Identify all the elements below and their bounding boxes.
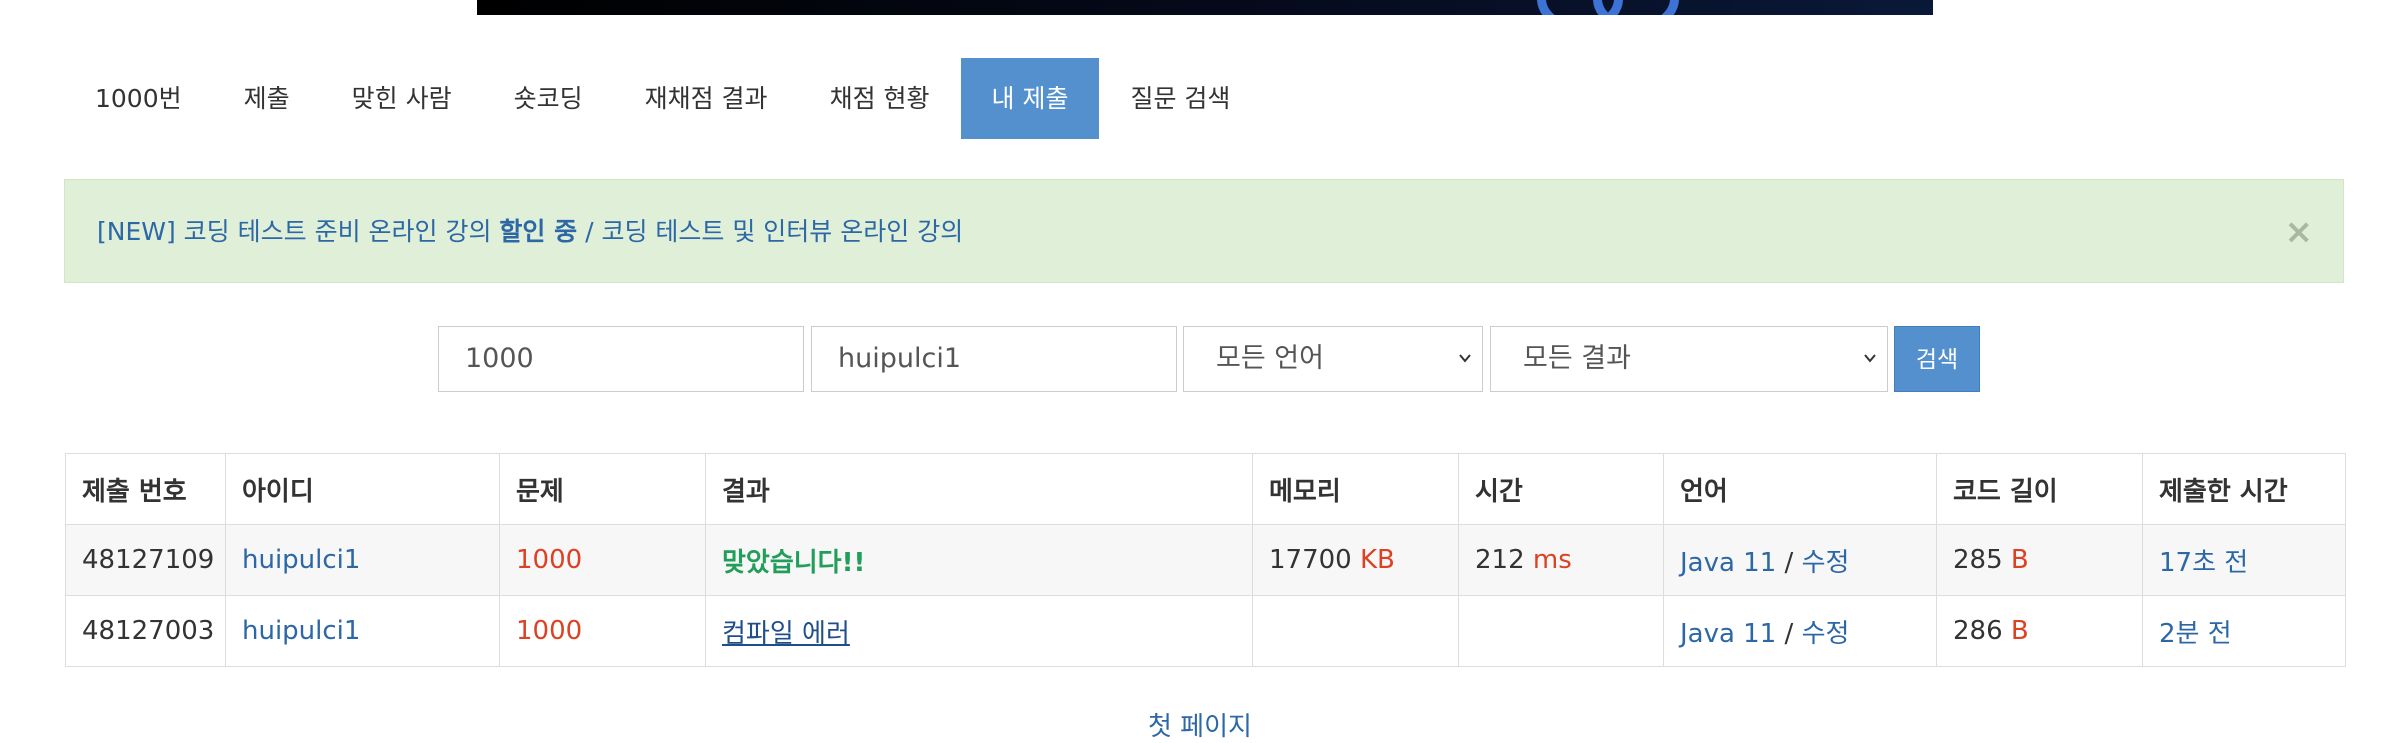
user-link[interactable]: huipulci1 — [242, 616, 360, 646]
promo-alert: [NEW] 코딩 테스트 준비 온라인 강의 할인 중 / 코딩 테스트 및 인… — [64, 179, 2344, 283]
result-accepted: 맞았습니다!! — [722, 547, 866, 578]
header-memory: 메모리 — [1252, 453, 1459, 525]
result-compile-error-link[interactable]: 컴파일 에러 — [722, 619, 850, 649]
tab-my-submissions[interactable]: 내 제출 — [960, 58, 1100, 139]
tab-submit[interactable]: 제출 — [213, 58, 321, 139]
language-select-value: 모든 언어 — [1216, 343, 1324, 374]
language-select[interactable]: 모든 언어 — [1183, 326, 1483, 392]
first-page-link[interactable]: 첫 페이지 — [1148, 706, 1252, 743]
tab-rejudge-results[interactable]: 재채점 결과 — [614, 58, 799, 139]
memory-value: 17700 — [1269, 545, 1352, 575]
header-submitted-time: 제출한 시간 — [2142, 453, 2346, 525]
tab-solvers[interactable]: 맞힌 사람 — [321, 58, 483, 139]
table-row: 48127003 huipulci1 1000 컴파일 에러 Java 11 /… — [65, 595, 2346, 667]
problem-tabs: 1000번 제출 맞힌 사람 숏코딩 재채점 결과 채점 현황 내 제출 질문 … — [64, 58, 1261, 139]
result-select[interactable]: 모든 결과 — [1490, 326, 1888, 392]
header-problem: 문제 — [499, 453, 706, 525]
close-icon[interactable]: × — [2285, 180, 2314, 284]
problem-link[interactable]: 1000 — [516, 616, 582, 646]
code-length-unit: B — [2010, 616, 2029, 646]
promo-link-coding-test[interactable]: [NEW] 코딩 테스트 준비 온라인 강의 할인 중 — [97, 217, 577, 246]
code-length-value: 285 — [1953, 545, 2003, 575]
header-language: 언어 — [1663, 453, 1937, 525]
table-header-row: 제출 번호 아이디 문제 결과 메모리 시간 언어 코드 길이 제출한 시간 — [65, 453, 2346, 525]
top-banner-image[interactable] — [477, 0, 1933, 15]
time-value — [1458, 595, 1664, 667]
header-code-length: 코드 길이 — [1936, 453, 2143, 525]
submission-table: 제출 번호 아이디 문제 결과 메모리 시간 언어 코드 길이 제출한 시간 4… — [65, 453, 2346, 667]
language-separator: / — [1776, 618, 1802, 649]
table-row: 48127109 huipulci1 1000 맞았습니다!! 17700 KB… — [65, 524, 2346, 596]
code-length-unit: B — [2010, 545, 2029, 575]
chevron-down-icon — [1459, 354, 1471, 363]
problem-id-input[interactable]: 1000 — [438, 326, 804, 392]
submission-id: 48127109 — [65, 524, 226, 596]
user-link[interactable]: huipulci1 — [242, 545, 360, 575]
tab-question-search[interactable]: 질문 검색 — [1099, 58, 1261, 139]
promo-link-highlight: 할인 중 — [499, 217, 578, 246]
search-button[interactable]: 검색 — [1894, 326, 1980, 392]
language-link[interactable]: Java 11 — [1680, 548, 1776, 578]
header-user-id: 아이디 — [225, 453, 500, 525]
user-id-input[interactable]: huipulci1 — [811, 326, 1177, 392]
edit-link[interactable]: 수정 — [1802, 619, 1850, 649]
banner-graphic — [1593, 0, 1679, 15]
time-unit: ms — [1532, 545, 1572, 575]
language-link[interactable]: Java 11 — [1680, 619, 1776, 649]
header-result: 결과 — [705, 453, 1253, 525]
language-separator: / — [1776, 547, 1802, 578]
tab-short-coding[interactable]: 숏코딩 — [483, 58, 614, 139]
promo-separator: / — [577, 217, 602, 246]
promo-link-text: [NEW] 코딩 테스트 준비 온라인 강의 — [97, 217, 500, 246]
header-submission-id: 제출 번호 — [65, 453, 226, 525]
time-value: 212 — [1475, 545, 1525, 575]
memory-unit: KB — [1359, 545, 1395, 575]
submission-id: 48127003 — [65, 595, 226, 667]
edit-link[interactable]: 수정 — [1802, 548, 1850, 578]
problem-link[interactable]: 1000 — [516, 545, 582, 575]
tab-judge-status[interactable]: 채점 현황 — [799, 58, 961, 139]
submitted-time-link[interactable]: 2분 전 — [2159, 619, 2232, 649]
header-time: 시간 — [1458, 453, 1664, 525]
submitted-time-link[interactable]: 17초 전 — [2159, 548, 2248, 578]
result-select-value: 모든 결과 — [1523, 343, 1631, 374]
tab-problem[interactable]: 1000번 — [64, 58, 213, 139]
memory-value — [1252, 595, 1459, 667]
code-length-value: 286 — [1953, 616, 2003, 646]
promo-link-interview[interactable]: 코딩 테스트 및 인터뷰 온라인 강의 — [601, 217, 963, 246]
chevron-down-icon — [1864, 354, 1876, 363]
